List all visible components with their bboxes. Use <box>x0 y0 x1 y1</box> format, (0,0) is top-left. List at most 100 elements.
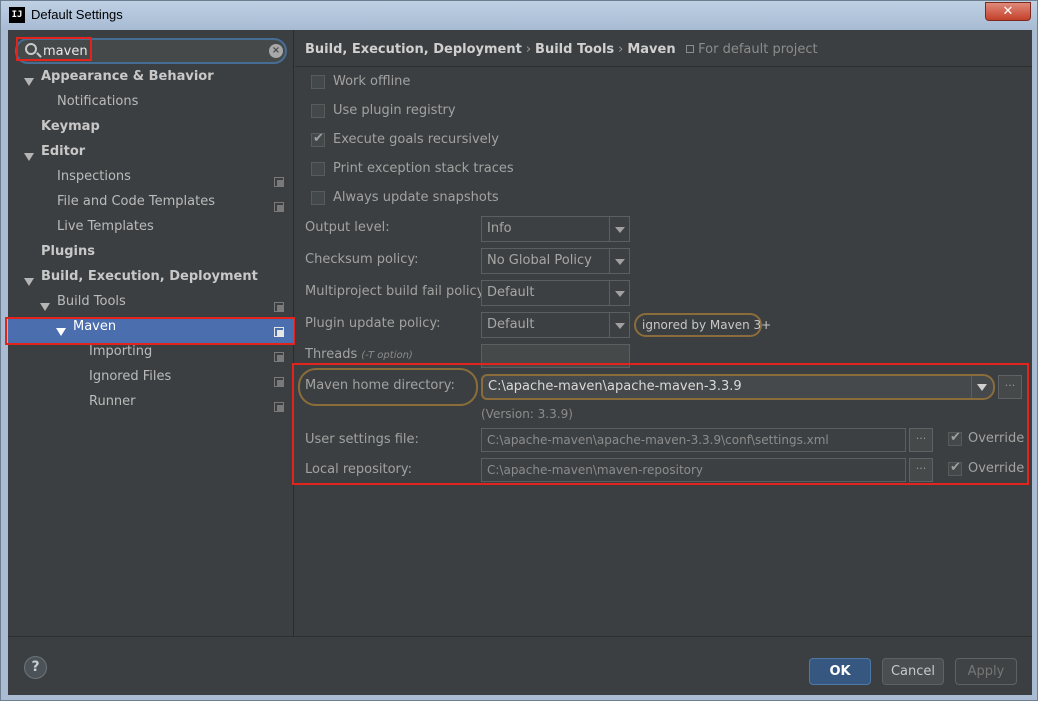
threads-label-text: Threads <box>305 347 358 362</box>
ignored-by-maven3-note: ignored by Maven 3+ <box>634 313 771 337</box>
tree-item-label: Editor <box>41 144 86 159</box>
project-copy-icon <box>274 177 284 187</box>
tree-item-label: Keymap <box>41 119 100 134</box>
tree-item-appearance-behavior[interactable]: Appearance & Behavior <box>8 69 294 94</box>
maven-home-path: C:\apache-maven\apache-maven-3.3.9 <box>488 379 742 394</box>
plugin-update-policy-label: Plugin update policy: <box>305 316 441 331</box>
breadcrumb: Build, Execution, Deployment › Build Tools… <box>305 42 818 57</box>
checkbox-box-checked[interactable] <box>311 131 325 147</box>
tree-item-plugins[interactable]: Plugins <box>8 244 294 269</box>
expand-arrow-icon[interactable] <box>24 153 34 161</box>
tree-item-notifications[interactable]: Notifications <box>8 94 294 119</box>
browse-local-repository-button[interactable]: ··· <box>909 458 933 482</box>
maven-home-directory-label: Maven home directory: <box>305 378 455 393</box>
dropdown-value: No Global Policy <box>487 253 592 268</box>
expand-arrow-icon[interactable] <box>24 278 34 286</box>
close-window-button[interactable]: ✕ <box>985 2 1031 21</box>
tree-item-label: Plugins <box>41 244 95 259</box>
breadcrumb-separator: › <box>618 42 624 57</box>
user-settings-file-label: User settings file: <box>305 432 419 447</box>
project-copy-icon <box>274 202 284 212</box>
tree-item-label: Runner <box>89 394 136 409</box>
project-copy-icon <box>274 377 284 387</box>
dropdown-value: Info <box>487 221 512 236</box>
settings-tree-pane: × Appearance & Behavior Notifications Ke… <box>5 30 296 636</box>
local-repository-field[interactable]: C:\apache-maven\maven-repository <box>481 458 906 482</box>
checksum-policy-label: Checksum policy: <box>305 252 419 267</box>
checkbox-label: Work offline <box>333 74 411 89</box>
breadcrumb-separator: › <box>525 42 532 57</box>
checkbox-box-checked[interactable] <box>948 430 962 446</box>
local-repository-label: Local repository: <box>305 462 412 477</box>
intellij-app-icon: IJ <box>9 7 25 23</box>
checkbox-box[interactable] <box>311 75 325 89</box>
project-copy-icon <box>274 302 284 312</box>
chevron-down-icon[interactable] <box>609 281 629 305</box>
browse-maven-home-button[interactable]: ··· <box>998 375 1022 399</box>
dialog-button-bar: ? OK Cancel Apply <box>8 636 1032 695</box>
tree-item-label: Ignored Files <box>89 369 172 384</box>
maven-home-directory-combo[interactable]: C:\apache-maven\apache-maven-3.3.9 <box>481 374 995 400</box>
checkbox-box[interactable] <box>311 104 325 118</box>
tree-item-runner[interactable]: Runner <box>8 394 294 419</box>
user-settings-file-field[interactable]: C:\apache-maven\apache-maven-3.3.9\conf\… <box>481 428 906 452</box>
multiproject-fail-policy-label: Multiproject build fail policy: <box>305 284 488 299</box>
help-button[interactable]: ? <box>24 656 47 679</box>
expand-arrow-icon[interactable] <box>24 78 34 86</box>
checkbox-label: Always update snapshots <box>333 190 499 205</box>
checkbox-box-checked[interactable] <box>948 460 962 476</box>
checkbox-label: Print exception stack traces <box>333 161 514 176</box>
maven-highlight-annotation <box>5 317 296 345</box>
dropdown-value: Default <box>487 317 535 332</box>
tree-item-label: Inspections <box>57 169 131 184</box>
clear-search-icon[interactable]: × <box>269 44 283 58</box>
settings-window: IJ Default Settings ✕ × Appearance & Beh… <box>0 0 1038 701</box>
default-project-note: For default project <box>686 42 818 57</box>
tree-item-build-tools[interactable]: Build Tools <box>8 294 294 319</box>
tree-item-label: Notifications <box>57 94 139 109</box>
tree-item-inspections[interactable]: Inspections <box>8 169 294 194</box>
tree-item-live-templates[interactable]: Live Templates <box>8 219 294 244</box>
tree-item-keymap[interactable]: Keymap <box>8 119 294 144</box>
checkbox-box[interactable] <box>311 162 325 176</box>
apply-button[interactable]: Apply <box>955 658 1017 685</box>
breadcrumb-part: Maven <box>627 42 676 57</box>
title-bar[interactable]: IJ Default Settings ✕ <box>1 1 1037 30</box>
browse-user-settings-button[interactable]: ··· <box>909 428 933 452</box>
output-level-dropdown[interactable]: Info <box>481 216 630 242</box>
checkbox-label: Execute goals recursively <box>333 132 499 147</box>
tree-item-ignored-files[interactable]: Ignored Files <box>8 369 294 394</box>
output-level-label: Output level: <box>305 220 390 235</box>
maven-version-text: (Version: 3.3.9) <box>481 407 573 421</box>
chevron-down-icon[interactable] <box>609 249 629 273</box>
expand-arrow-icon[interactable] <box>40 303 50 311</box>
project-copy-icon <box>274 352 284 362</box>
multiproject-fail-policy-dropdown[interactable]: Default <box>481 280 630 306</box>
window-title: Default Settings <box>31 7 123 22</box>
dropdown-value: Default <box>487 285 535 300</box>
tree-item-label: Importing <box>89 344 153 359</box>
tree-item-importing[interactable]: Importing <box>8 344 294 369</box>
ok-button[interactable]: OK <box>809 658 871 685</box>
checksum-policy-dropdown[interactable]: No Global Policy <box>481 248 630 274</box>
tree-item-label: Build, Execution, Deployment <box>41 269 258 284</box>
settings-form: Work offline Use plugin registry Execute… <box>292 67 1032 636</box>
tree-item-build-execution-deployment[interactable]: Build, Execution, Deployment <box>8 269 294 294</box>
tree-item-label: Appearance & Behavior <box>41 69 214 84</box>
tree-item-label: Build Tools <box>57 294 126 309</box>
chevron-down-icon[interactable] <box>971 376 991 398</box>
project-copy-icon <box>686 45 695 53</box>
plugin-update-policy-dropdown[interactable]: Default <box>481 312 630 338</box>
checkbox-box[interactable] <box>311 191 325 205</box>
tree-item-editor[interactable]: Editor <box>8 144 294 169</box>
chevron-down-icon[interactable] <box>609 313 629 337</box>
cancel-button[interactable]: Cancel <box>882 658 944 685</box>
tree-item-label: File and Code Templates <box>57 194 215 209</box>
checkbox-label: Use plugin registry <box>333 103 456 118</box>
threads-hint: (-T option) <box>361 350 413 361</box>
tree-item-file-code-templates[interactable]: File and Code Templates <box>8 194 294 219</box>
chevron-down-icon[interactable] <box>609 217 629 241</box>
threads-label: Threads (-T option) <box>305 347 413 362</box>
breadcrumb-part: Build, Execution, Deployment <box>305 42 522 57</box>
breadcrumb-part: Build Tools <box>535 42 615 57</box>
